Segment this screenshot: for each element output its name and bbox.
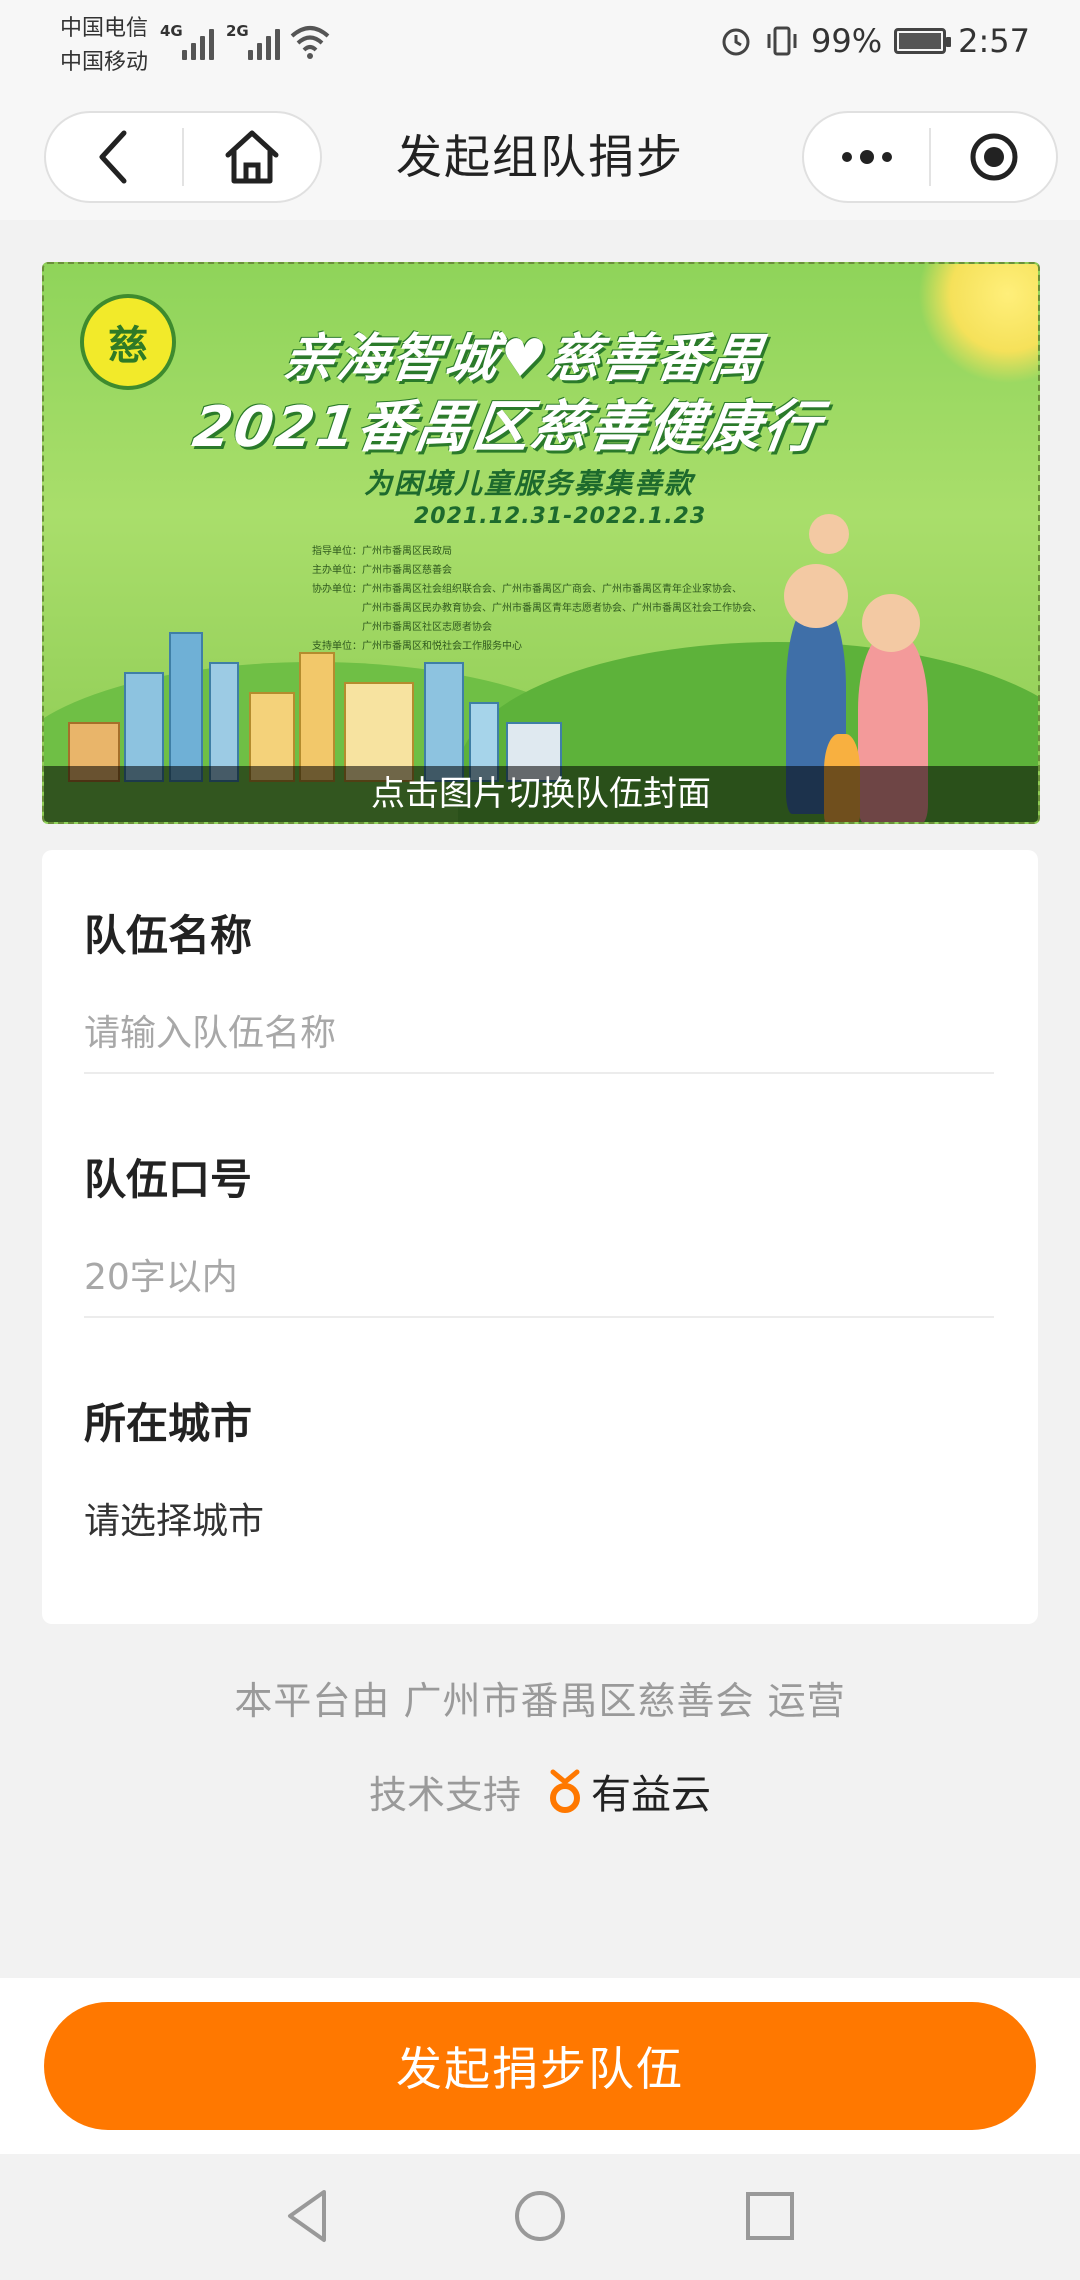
vibrate-icon xyxy=(767,26,797,56)
battery-percent: 99% xyxy=(811,22,883,60)
create-team-button[interactable]: 发起捐步队伍 xyxy=(44,2002,1036,2130)
battery-icon xyxy=(894,28,952,54)
tech-support: 技术支持 有益云 xyxy=(0,1762,1080,1820)
signal-2-icon: 2G xyxy=(226,20,280,60)
city-picker[interactable]: 请选择城市 xyxy=(84,1492,264,1544)
system-recents-icon[interactable] xyxy=(738,2184,802,2248)
team-slogan-input[interactable] xyxy=(84,1238,994,1318)
network-type-2: 2G xyxy=(226,22,249,40)
operator-text: 本平台由 广州市番禺区慈善会 运营 xyxy=(234,1679,846,1723)
brand-name: 有益云 xyxy=(591,1772,711,1818)
banner-dates: 2021.12.31-2022.1.23 xyxy=(414,504,707,529)
bottom-action-bar: 发起捐步队伍 xyxy=(0,1978,1080,2154)
system-back-icon[interactable] xyxy=(278,2184,342,2248)
wifi-icon xyxy=(290,26,330,59)
nav-capsule-right xyxy=(802,111,1058,203)
signal-1-icon: 4G xyxy=(160,20,214,60)
more-dots-icon xyxy=(841,150,892,164)
nav-bar: 发起组队捐步 xyxy=(0,95,1080,220)
more-button[interactable] xyxy=(804,113,929,201)
system-nav-bar xyxy=(0,2154,1080,2280)
brand-logo: 有益云 xyxy=(545,1762,711,1820)
carrier-info: 中国电信 中国移动 xyxy=(60,12,148,80)
team-name-label: 队伍名称 xyxy=(84,911,253,960)
network-type-1: 4G xyxy=(160,22,183,40)
banner-title-2: 2021番禺区慈善健康行 xyxy=(188,395,826,460)
alarm-icon xyxy=(722,28,750,56)
team-slogan-label: 队伍口号 xyxy=(84,1155,253,1204)
team-name-input[interactable] xyxy=(84,994,994,1074)
team-cover-banner[interactable]: 慈 亲海智城♥慈善番禺 2021番禺区慈善健康行 为困境儿童服务募集善款 202… xyxy=(42,262,1040,824)
banner-organizers: 指导单位：广州市番禺区民政局 主办单位：广州市番禺区慈善会 协办单位：广州市番禺… xyxy=(312,546,762,652)
city-label: 所在城市 xyxy=(84,1399,253,1448)
system-home-icon[interactable] xyxy=(508,2184,572,2248)
banner-caption: 点击图片切换队伍封面 xyxy=(44,766,1038,822)
close-miniprogram-button[interactable] xyxy=(931,113,1056,201)
target-close-icon xyxy=(970,133,1017,181)
clock: 2:57 xyxy=(958,22,1030,60)
team-form: 队伍名称 队伍口号 所在城市 请选择城市 xyxy=(42,850,1038,1624)
carrier-2: 中国移动 xyxy=(60,50,149,75)
charity-logo: 慈 xyxy=(80,294,176,390)
carrier-1: 中国电信 xyxy=(60,16,149,41)
banner-title-1: 亲海智城♥慈善番禺 xyxy=(279,329,769,389)
banner-subtitle: 为困境儿童服务募集善款 xyxy=(364,467,695,500)
status-right: 99% 2:57 xyxy=(719,22,1030,60)
status-bar: 中国电信 中国移动 4G 2G 99% 2:57 xyxy=(0,0,1080,95)
support-label: 技术支持 xyxy=(368,1772,521,1817)
youyiyun-logo-icon xyxy=(550,1769,580,1813)
